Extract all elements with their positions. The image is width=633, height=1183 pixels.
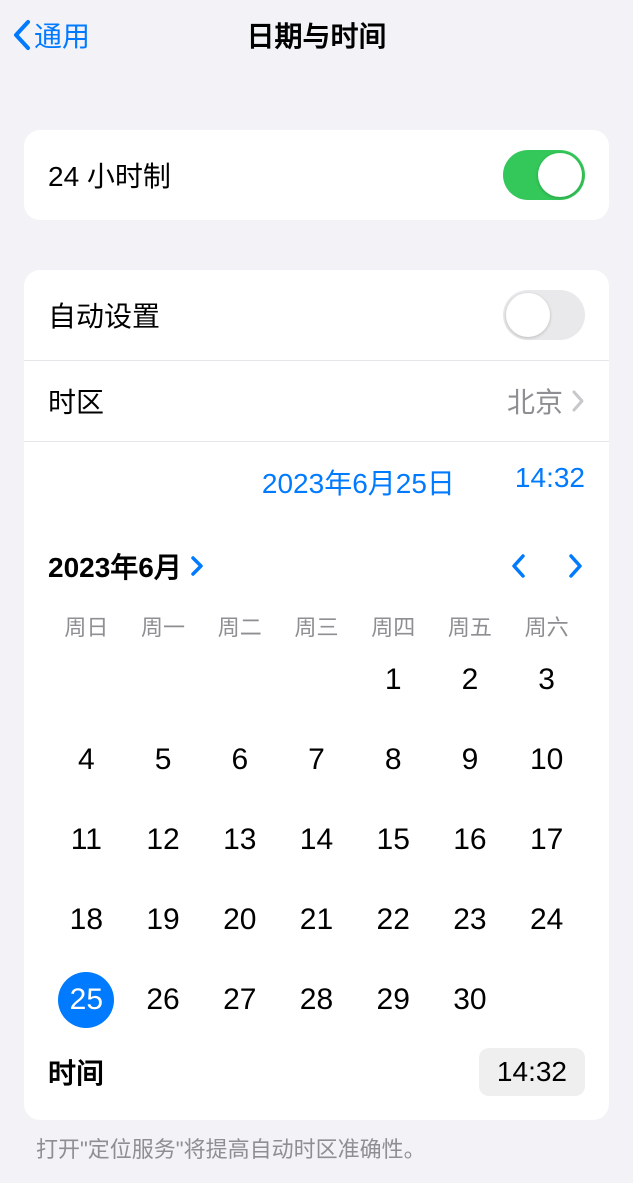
- calendar-day-empty: [278, 652, 355, 708]
- calendar-day[interactable]: 8: [355, 732, 432, 788]
- calendar-day[interactable]: 16: [432, 812, 509, 868]
- calendar-day[interactable]: 11: [48, 812, 125, 868]
- weekday-header: 周六: [508, 610, 585, 642]
- calendar-day[interactable]: 12: [125, 812, 202, 868]
- back-button[interactable]: 通用: [10, 15, 90, 55]
- calendar-day[interactable]: 27: [201, 972, 278, 1028]
- prev-month-button[interactable]: [509, 552, 527, 580]
- twenty-four-hour-toggle[interactable]: [503, 150, 585, 200]
- weekday-header: 周四: [355, 610, 432, 642]
- calendar-day[interactable]: 28: [278, 972, 355, 1028]
- calendar-day[interactable]: 15: [355, 812, 432, 868]
- calendar-day-empty: [125, 652, 202, 708]
- time-value-button[interactable]: 14:32: [479, 1048, 585, 1096]
- timezone-value: 北京: [507, 381, 563, 421]
- calendar-day[interactable]: 20: [201, 892, 278, 948]
- calendar-day[interactable]: 10: [508, 732, 585, 788]
- weekday-header: 周三: [278, 610, 355, 642]
- calendar-day[interactable]: 7: [278, 732, 355, 788]
- month-selector[interactable]: 2023年6月: [48, 546, 204, 586]
- calendar-day[interactable]: 24: [508, 892, 585, 948]
- weekday-header: 周五: [432, 610, 509, 642]
- calendar-day[interactable]: 26: [125, 972, 202, 1028]
- chevron-right-icon: [190, 555, 204, 577]
- chevron-right-icon: [571, 389, 585, 413]
- calendar-day-empty: [48, 652, 125, 708]
- page-title: 日期与时间: [246, 15, 386, 55]
- calendar-day[interactable]: 30: [432, 972, 509, 1028]
- chevron-left-icon: [10, 18, 32, 52]
- calendar-day[interactable]: 3: [508, 652, 585, 708]
- selected-date-link[interactable]: 2023年6月25日: [262, 462, 455, 502]
- calendar-day[interactable]: 14: [278, 812, 355, 868]
- footer-hint: 打开"定位服务"将提高自动时区准确性。: [36, 1132, 597, 1164]
- calendar-day[interactable]: 25: [48, 972, 125, 1028]
- calendar-day[interactable]: 5: [125, 732, 202, 788]
- calendar-day[interactable]: 1: [355, 652, 432, 708]
- calendar-day[interactable]: 6: [201, 732, 278, 788]
- weekday-header: 周一: [125, 610, 202, 642]
- calendar-day[interactable]: 2: [432, 652, 509, 708]
- calendar-day-empty: [201, 652, 278, 708]
- auto-set-toggle[interactable]: [503, 290, 585, 340]
- month-label: 2023年6月: [48, 546, 182, 586]
- back-label: 通用: [34, 15, 90, 55]
- weekday-header: 周日: [48, 610, 125, 642]
- calendar-day[interactable]: 17: [508, 812, 585, 868]
- calendar-day[interactable]: 4: [48, 732, 125, 788]
- calendar-day[interactable]: 29: [355, 972, 432, 1028]
- calendar-day[interactable]: 22: [355, 892, 432, 948]
- calendar-day[interactable]: 19: [125, 892, 202, 948]
- next-month-button[interactable]: [567, 552, 585, 580]
- calendar-day[interactable]: 18: [48, 892, 125, 948]
- timezone-label: 时区: [48, 381, 104, 421]
- auto-set-label: 自动设置: [48, 295, 160, 335]
- calendar-day[interactable]: 23: [432, 892, 509, 948]
- time-label: 时间: [48, 1052, 104, 1092]
- calendar-day[interactable]: 9: [432, 732, 509, 788]
- timezone-row[interactable]: 时区 北京: [24, 360, 609, 441]
- selected-time-link[interactable]: 14:32: [515, 462, 585, 502]
- calendar-day[interactable]: 13: [201, 812, 278, 868]
- weekday-header: 周二: [201, 610, 278, 642]
- twenty-four-hour-label: 24 小时制: [48, 155, 171, 195]
- calendar-day[interactable]: 21: [278, 892, 355, 948]
